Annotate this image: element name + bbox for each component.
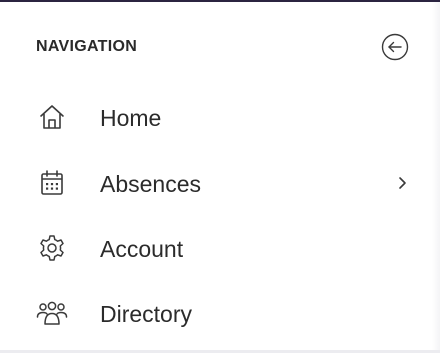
navigation-header: NAVIGATION — [0, 22, 440, 74]
sidebar-item-home[interactable]: Home — [0, 85, 440, 149]
sidebar-item-absences[interactable]: Absences — [0, 151, 440, 215]
sidebar-item-label: Account — [100, 236, 184, 262]
sidebar-item-label: Home — [100, 105, 162, 131]
sidebar-item-label: Absences — [100, 171, 202, 197]
home-icon — [36, 101, 68, 133]
calendar-icon — [36, 167, 68, 199]
navigation-title: NAVIGATION — [36, 38, 138, 55]
sidebar-item-label: Directory — [100, 301, 193, 327]
collapse-navigation-button[interactable] — [380, 32, 410, 62]
arrow-left-circle-icon — [381, 33, 409, 61]
sidebar-item-directory[interactable]: Directory — [0, 281, 440, 345]
people-icon — [36, 297, 68, 329]
sidebar-item-account[interactable]: Account — [0, 216, 440, 280]
navigation-panel: NAVIGATION Home Absences Account Directo… — [0, 0, 440, 353]
chevron-right-icon — [394, 173, 412, 193]
gear-icon — [36, 232, 68, 264]
